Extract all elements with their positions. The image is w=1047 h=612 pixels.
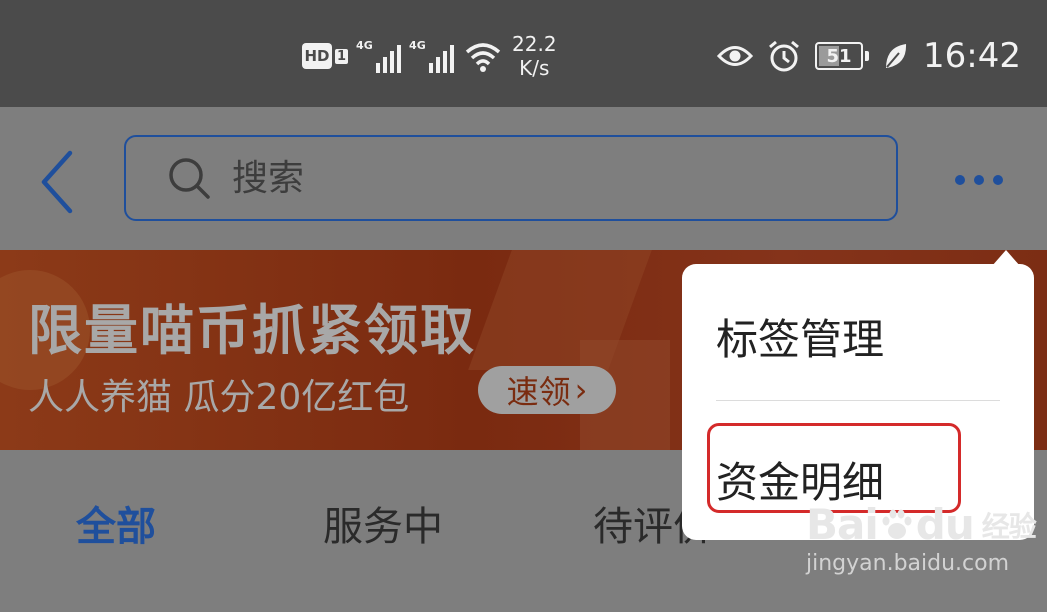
status-left-group: HD 1 4G 4G 22.2 K/s bbox=[302, 30, 557, 82]
signal-icon-2: 4G bbox=[409, 39, 455, 73]
search-bar[interactable] bbox=[124, 135, 898, 221]
baidu-product-name: 经验 bbox=[981, 509, 1037, 543]
baidu-logo-left: Bai bbox=[806, 500, 879, 549]
tab-all[interactable]: 全部 bbox=[76, 494, 156, 552]
hd-badge: HD bbox=[302, 43, 332, 69]
baidu-watermark: Bai du 经验 jingyan.baidu.com bbox=[806, 500, 1037, 576]
back-arrow-icon[interactable] bbox=[34, 147, 80, 217]
menu-divider bbox=[716, 400, 1000, 401]
signal-icon: 4G bbox=[356, 39, 402, 73]
menu-item-tag-management[interactable]: 标签管理 bbox=[716, 306, 884, 367]
banner-claim-label: 速领 bbox=[506, 373, 571, 411]
status-bar: HD 1 4G 4G 22.2 K/s 51 16:42 bbox=[0, 0, 1047, 107]
search-icon bbox=[169, 158, 210, 199]
banner-claim-button[interactable]: 速领 › bbox=[478, 366, 616, 414]
battery-percent: 51 bbox=[826, 45, 852, 67]
banner-subtitle: 人人养猫 瓜分20亿红包 bbox=[28, 377, 410, 418]
network-speed-value: 22.2 bbox=[512, 32, 557, 56]
network-type-label-2: 4G bbox=[409, 39, 426, 52]
watermark-url: jingyan.baidu.com bbox=[806, 551, 1010, 576]
leaf-icon bbox=[886, 44, 907, 68]
search-input[interactable] bbox=[230, 156, 834, 200]
baidu-logo: Bai du 经验 bbox=[806, 500, 1037, 549]
header-bar bbox=[0, 107, 1047, 250]
banner-title: 限量喵币抓紧领取 bbox=[28, 299, 476, 362]
chevron-right-icon: › bbox=[574, 371, 588, 409]
paw-icon bbox=[882, 509, 912, 539]
eye-icon bbox=[717, 46, 754, 66]
wifi-icon bbox=[465, 43, 501, 72]
tab-in-service[interactable]: 服务中 bbox=[323, 494, 443, 552]
network-speed: 22.2 K/s bbox=[512, 32, 557, 80]
sim-slot-number: 1 bbox=[335, 48, 349, 64]
status-right-group: 51 16:42 bbox=[717, 28, 1021, 84]
network-type-label: 4G bbox=[356, 39, 373, 52]
battery-tip bbox=[865, 51, 870, 61]
alarm-icon bbox=[769, 40, 799, 72]
baidu-logo-right: du bbox=[915, 500, 975, 549]
battery-icon: 51 bbox=[815, 42, 864, 70]
more-options-icon[interactable] bbox=[955, 165, 1015, 195]
clock-time: 16:42 bbox=[923, 36, 1021, 76]
network-speed-unit: K/s bbox=[519, 56, 550, 80]
